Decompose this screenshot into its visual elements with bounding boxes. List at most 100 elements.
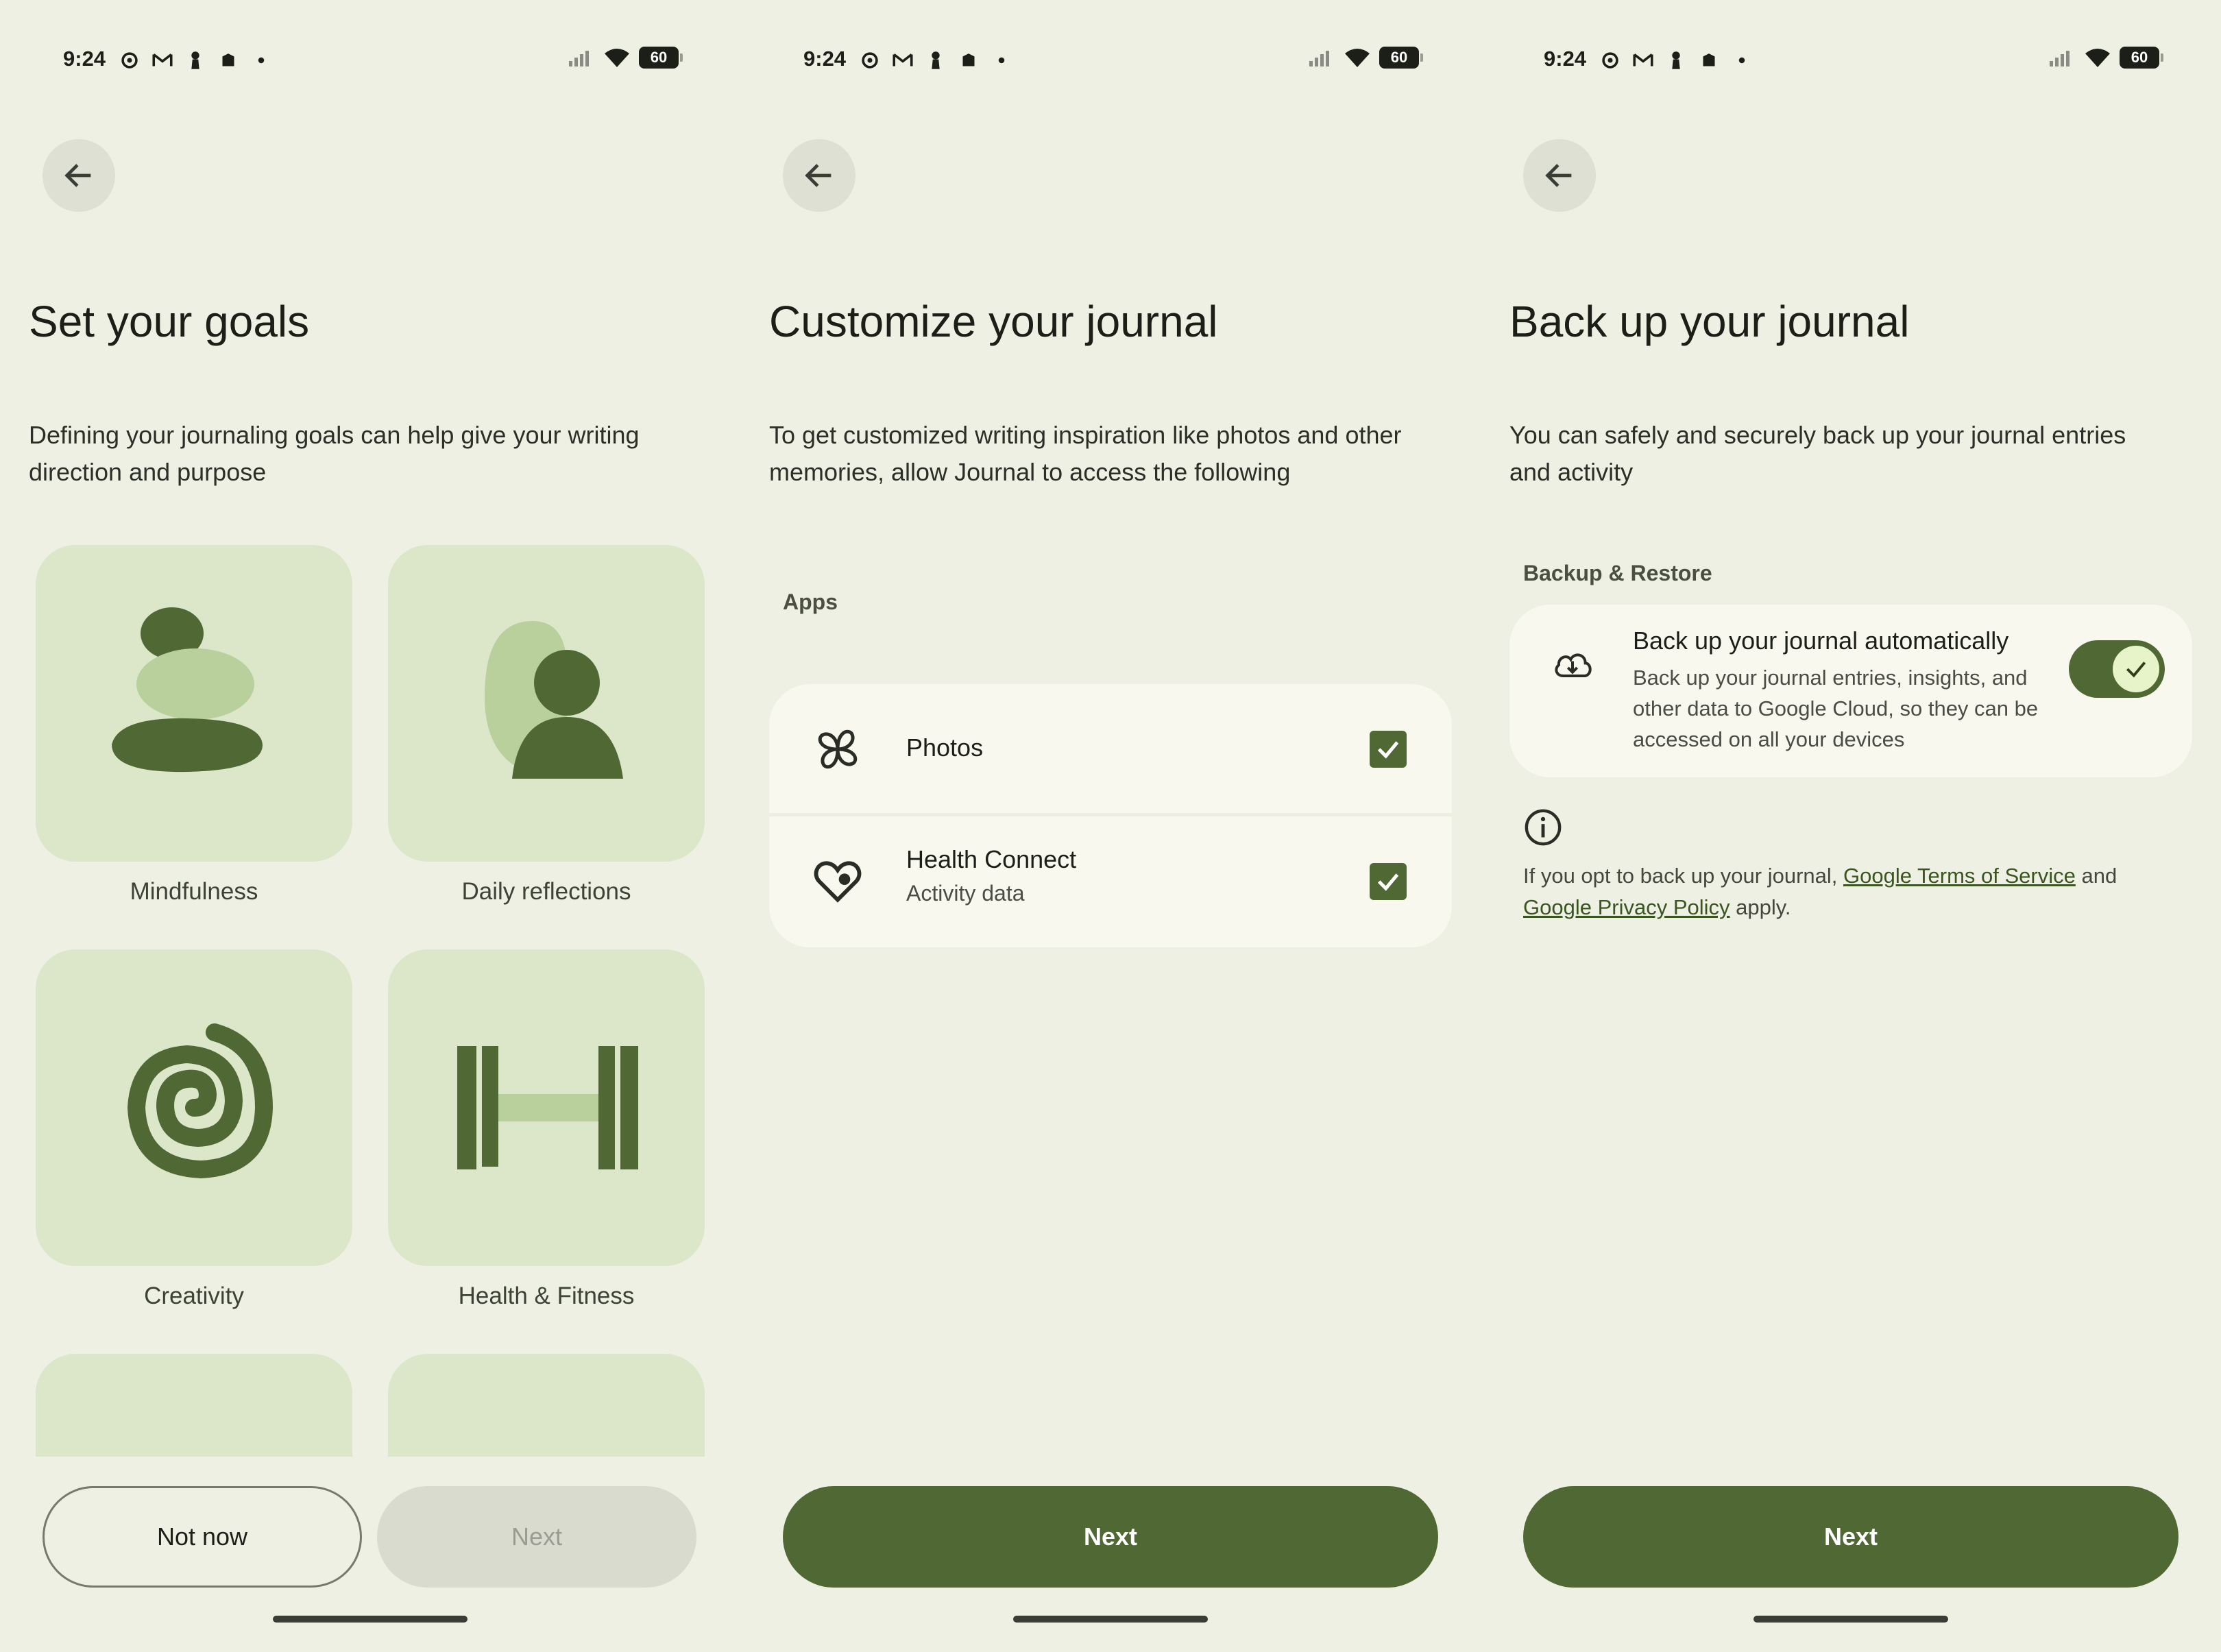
toggle-knob — [2113, 646, 2159, 692]
app-name: Photos — [906, 733, 984, 762]
battery-icon: 60 — [639, 47, 683, 69]
backup-toggle[interactable] — [2069, 640, 2165, 698]
partial-goal-icon — [444, 1409, 649, 1457]
app-subtitle: Activity data — [906, 881, 1025, 906]
status-bar: 9:24 60 — [1481, 0, 2221, 117]
legal-notice: If you opt to back up your journal, Goog… — [1523, 860, 2181, 923]
dot-icon — [998, 57, 1005, 64]
goal-more-1[interactable] — [36, 1354, 352, 1457]
page-title: Customize your journal — [769, 297, 1218, 346]
goal-tile[interactable] — [36, 545, 352, 862]
goal-label: Health & Fitness — [458, 1283, 635, 1309]
goal-tile[interactable] — [388, 545, 705, 862]
privacy-policy-link[interactable]: Google Privacy Policy — [1523, 895, 1730, 919]
app-row-photos[interactable]: Photos — [769, 684, 1452, 814]
info-icon — [1525, 809, 1562, 846]
status-right-icons: 60 — [1308, 47, 1423, 69]
back-button[interactable] — [43, 139, 115, 212]
backup-description: Back up your journal entries, insights, … — [1633, 666, 2039, 751]
app-name: Health Connect — [906, 845, 1077, 873]
not-now-button[interactable]: Not now — [43, 1486, 362, 1588]
vpn-icon — [1602, 52, 1618, 69]
legal-and: and — [2075, 864, 2117, 888]
battery-icon: 60 — [2120, 47, 2163, 69]
goal-creativity[interactable]: Creativity — [36, 949, 352, 1310]
health-connect-icon — [814, 861, 862, 903]
status-bar: 9:24 60 — [0, 0, 740, 117]
goal-daily-reflections[interactable]: Daily reflections — [388, 545, 705, 906]
status-time: 9:24 — [803, 47, 847, 71]
check-icon — [1377, 741, 1399, 759]
terms-of-service-link[interactable]: Google Terms of Service — [1843, 864, 2076, 888]
page-description: Defining your journaling goals can help … — [29, 421, 640, 486]
battery-icon: 60 — [1379, 47, 1423, 69]
status-bar: 9:24 60 — [740, 0, 1481, 117]
page-description: You can safely and securely back up your… — [1509, 421, 2126, 486]
home-indicator[interactable] — [1013, 1616, 1208, 1623]
status-left-icons — [1599, 47, 1753, 74]
app-icon — [1703, 53, 1715, 66]
dot-icon — [1738, 57, 1745, 64]
keyhole-icon — [1672, 51, 1680, 69]
app-icon — [222, 53, 234, 66]
vpn-icon — [862, 52, 878, 69]
next-button[interactable]: Next — [783, 1486, 1438, 1588]
next-button-disabled[interactable]: Next — [377, 1486, 696, 1588]
goal-more-2[interactable] — [388, 1354, 705, 1457]
goal-tile[interactable] — [36, 949, 352, 1266]
page-title: Back up your journal — [1509, 297, 1910, 346]
goal-tile[interactable] — [388, 949, 705, 1266]
home-indicator[interactable] — [1753, 1616, 1948, 1623]
backup-section-label: Backup & Restore — [1523, 561, 1712, 585]
screen-customize-journal: 9:24 60 Customize your journal To get cu… — [740, 0, 1481, 1652]
back-button[interactable] — [1523, 139, 1596, 212]
goal-tile[interactable] — [36, 1354, 352, 1457]
status-left-icons — [858, 47, 1013, 74]
goal-label: Mindfulness — [130, 878, 258, 905]
vpn-icon — [121, 52, 138, 69]
apps-card: Photos Health Connect Activity data — [769, 684, 1452, 947]
back-button[interactable] — [783, 139, 855, 212]
backup-title: Back up your journal automatically — [1633, 627, 2009, 655]
signal-icon — [1309, 51, 1329, 66]
backup-card[interactable]: Back up your journal automatically Back … — [1509, 605, 2192, 777]
dot-icon — [258, 57, 265, 64]
app-row-health-connect[interactable]: Health Connect Activity data — [769, 816, 1452, 947]
goal-health-fitness[interactable]: Health & Fitness — [388, 949, 705, 1310]
status-time: 9:24 — [1544, 47, 1587, 71]
signal-icon — [569, 51, 589, 66]
goal-mindfulness[interactable]: Mindfulness — [36, 545, 352, 906]
person-reflection-icon — [485, 621, 623, 779]
dumbbell-icon — [457, 1046, 638, 1169]
apps-section-label: Apps — [783, 590, 838, 614]
arrow-back-icon — [64, 164, 91, 187]
screen-backup-journal: 9:24 60 Back up your journal You can saf… — [1481, 0, 2221, 1652]
status-right-icons: 60 — [568, 47, 683, 69]
home-indicator[interactable] — [273, 1616, 468, 1623]
gmail-icon — [1633, 53, 1653, 66]
photos-checkbox[interactable] — [1370, 731, 1407, 768]
status-time: 9:24 — [63, 47, 106, 71]
app-icon — [962, 53, 975, 66]
gmail-icon — [893, 53, 913, 66]
wifi-icon — [605, 49, 629, 67]
goal-label: Daily reflections — [461, 878, 631, 905]
check-icon — [2126, 661, 2146, 678]
status-right-icons: 60 — [2048, 47, 2163, 69]
goal-tile[interactable] — [388, 1354, 705, 1457]
arrow-back-icon — [1545, 164, 1572, 187]
goals-grid: Mindfulness Daily reflections Creativity… — [36, 545, 707, 1457]
stacked-stones-icon — [112, 607, 263, 773]
status-left-icons — [118, 47, 273, 74]
keyhole-icon — [932, 51, 940, 69]
screen-set-goals: 9:24 60 Set your goals Defining your jou… — [0, 0, 740, 1652]
health-connect-checkbox[interactable] — [1370, 863, 1407, 900]
goal-label: Creativity — [144, 1283, 244, 1309]
signal-icon — [2050, 51, 2070, 66]
wifi-icon — [1345, 49, 1370, 67]
page-description: To get customized writing inspiration li… — [769, 421, 1402, 486]
spiral-icon — [127, 1023, 274, 1179]
wifi-icon — [2085, 49, 2110, 67]
photos-pinwheel-icon — [818, 729, 858, 769]
next-button[interactable]: Next — [1523, 1486, 2178, 1588]
